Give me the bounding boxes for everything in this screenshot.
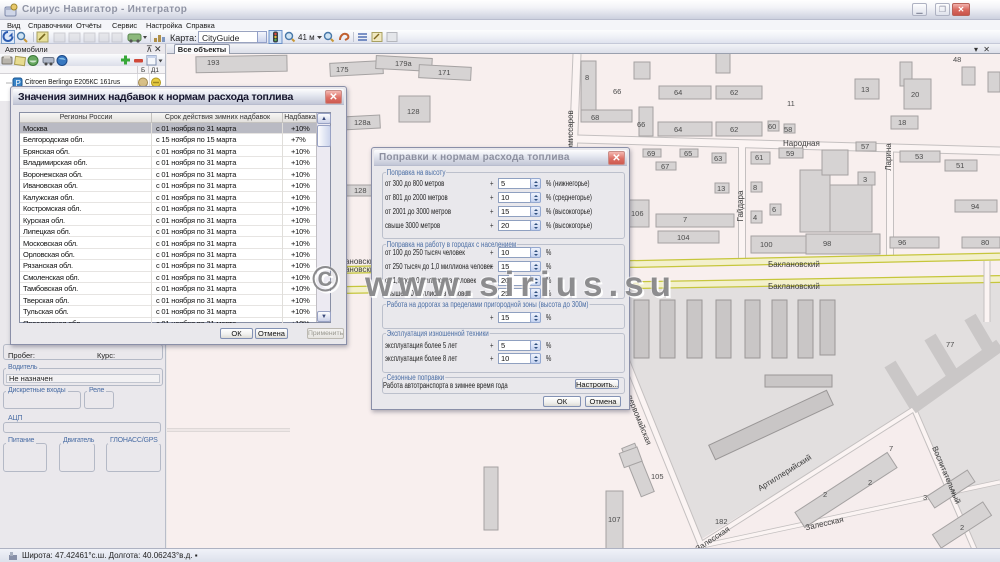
svg-text:3: 3 bbox=[923, 493, 927, 502]
svg-text:41 м: 41 м bbox=[298, 33, 315, 42]
svg-text:Гайдара: Гайдара bbox=[736, 190, 745, 221]
svg-text:80: 80 bbox=[981, 238, 989, 247]
svg-text:100: 100 bbox=[760, 240, 773, 249]
svg-text:104: 104 bbox=[677, 233, 690, 242]
svg-text:175: 175 bbox=[336, 65, 349, 74]
svg-text:62: 62 bbox=[730, 88, 738, 97]
svg-text:7: 7 bbox=[683, 215, 687, 224]
svg-text:128: 128 bbox=[354, 186, 367, 195]
svg-text:2: 2 bbox=[960, 523, 964, 532]
svg-text:96: 96 bbox=[898, 238, 906, 247]
svg-text:64: 64 bbox=[674, 88, 682, 97]
svg-text:105: 105 bbox=[651, 472, 664, 481]
svg-text:7: 7 bbox=[889, 444, 893, 453]
svg-text:20: 20 bbox=[911, 90, 919, 99]
svg-text:4: 4 bbox=[753, 213, 757, 222]
svg-text:63: 63 bbox=[714, 154, 722, 163]
svg-text:65: 65 bbox=[684, 149, 692, 158]
svg-text:171: 171 bbox=[438, 68, 451, 77]
svg-text:94: 94 bbox=[971, 202, 979, 211]
svg-text:18: 18 bbox=[898, 118, 906, 127]
svg-text:67: 67 bbox=[661, 162, 669, 171]
svg-text:53: 53 bbox=[915, 152, 923, 161]
svg-text:Баклановский: Баклановский bbox=[768, 260, 820, 269]
svg-text:61: 61 bbox=[755, 153, 763, 162]
svg-text:64: 64 bbox=[674, 125, 682, 134]
svg-text:128: 128 bbox=[407, 107, 420, 116]
svg-text:69: 69 bbox=[647, 149, 655, 158]
svg-text:58: 58 bbox=[784, 125, 792, 134]
svg-text:66: 66 bbox=[613, 87, 621, 96]
svg-text:Баклановский: Баклановский bbox=[768, 282, 820, 291]
svg-text:8: 8 bbox=[753, 183, 757, 192]
svg-text:60: 60 bbox=[768, 122, 776, 131]
svg-text:107: 107 bbox=[608, 515, 621, 524]
svg-text:77: 77 bbox=[946, 340, 954, 349]
svg-text:6: 6 bbox=[772, 205, 776, 214]
svg-text:57: 57 bbox=[861, 142, 869, 151]
svg-text:Народная: Народная bbox=[783, 139, 820, 148]
svg-text:193: 193 bbox=[207, 58, 220, 67]
svg-text:98: 98 bbox=[823, 239, 831, 248]
svg-text:68: 68 bbox=[591, 113, 599, 122]
svg-text:2: 2 bbox=[823, 490, 827, 499]
svg-text:66: 66 bbox=[637, 120, 645, 129]
svg-text:13: 13 bbox=[717, 184, 725, 193]
svg-text:3: 3 bbox=[863, 175, 867, 184]
svg-text:62: 62 bbox=[730, 125, 738, 134]
svg-text:13: 13 bbox=[861, 85, 869, 94]
svg-text:48: 48 bbox=[953, 55, 961, 64]
svg-text:11: 11 bbox=[787, 99, 795, 108]
svg-text:106: 106 bbox=[631, 209, 644, 218]
svg-text:128а: 128а bbox=[354, 118, 372, 127]
svg-text:51: 51 bbox=[956, 161, 964, 170]
svg-text:2: 2 bbox=[868, 478, 872, 487]
svg-text:Ларина: Ларина bbox=[884, 143, 893, 171]
svg-text:8: 8 bbox=[585, 73, 589, 82]
svg-text:59: 59 bbox=[786, 149, 794, 158]
svg-text:179а: 179а bbox=[395, 59, 413, 68]
